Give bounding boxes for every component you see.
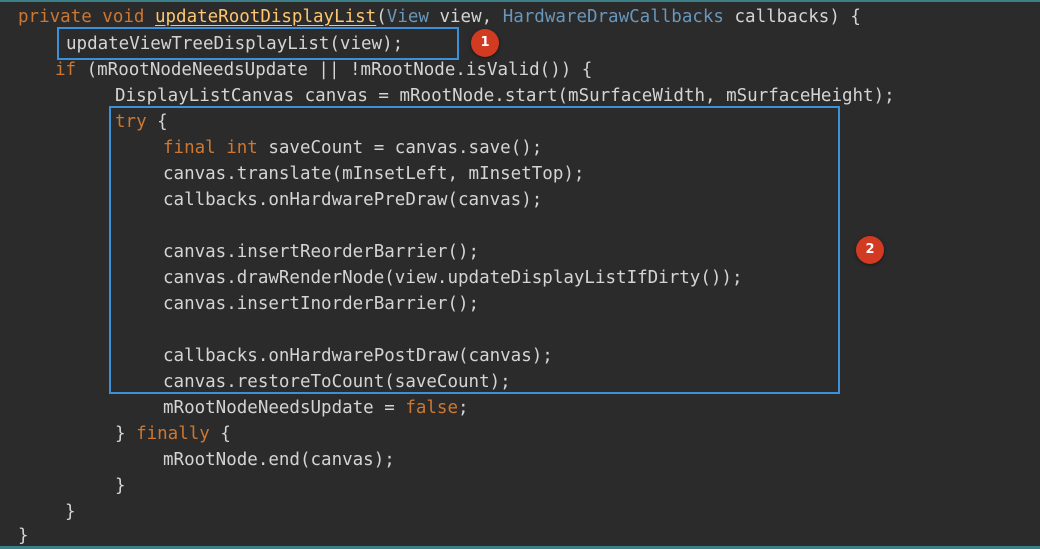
param-view: view,	[428, 7, 503, 27]
closing-brace: }	[18, 526, 29, 546]
code-text: mRootNode.end(canvas);	[163, 450, 395, 470]
method-name: updateRootDisplayList	[154, 7, 377, 27]
paren: (	[376, 7, 387, 27]
code-line-end: mRootNode.end(canvas);	[163, 447, 395, 473]
code-text: DisplayListCanvas canvas = mRootNode.sta…	[115, 86, 895, 106]
code-line-close-finally: }	[115, 473, 126, 499]
keyword-if: if	[55, 60, 77, 80]
closing-brace: }	[115, 476, 126, 496]
keyword-false: false	[405, 398, 459, 418]
highlight-box-2	[109, 106, 840, 394]
code-line-if: if (mRootNodeNeedsUpdate || !mRootNode.i…	[55, 57, 592, 83]
closing-brace: }	[115, 424, 137, 444]
code-line-needs-update-false: mRootNodeNeedsUpdate = false;	[163, 395, 469, 421]
annotation-badge-2: 2	[856, 236, 884, 264]
code-line-close-if: }	[65, 499, 76, 525]
code-text: mRootNodeNeedsUpdate =	[163, 398, 406, 418]
type-view: View	[386, 7, 429, 27]
code-line-finally: } finally {	[115, 421, 231, 447]
code-line-close-method: }	[18, 523, 29, 549]
opening-brace: {	[209, 424, 231, 444]
code-editor: private void updateRootDisplayList(View …	[0, 0, 1040, 549]
keyword-finally: finally	[136, 424, 210, 444]
annotation-badge-1: 1	[471, 29, 499, 57]
code-text: (mRootNodeNeedsUpdate || !mRootNode.isVa…	[76, 60, 593, 80]
type-callbacks: HardwareDrawCallbacks	[502, 7, 724, 27]
param-callbacks: callbacks) {	[723, 7, 861, 27]
closing-brace: }	[65, 502, 76, 522]
highlight-box-1	[57, 27, 459, 60]
keyword-private-void: private void	[18, 7, 155, 27]
semicolon: ;	[458, 398, 469, 418]
